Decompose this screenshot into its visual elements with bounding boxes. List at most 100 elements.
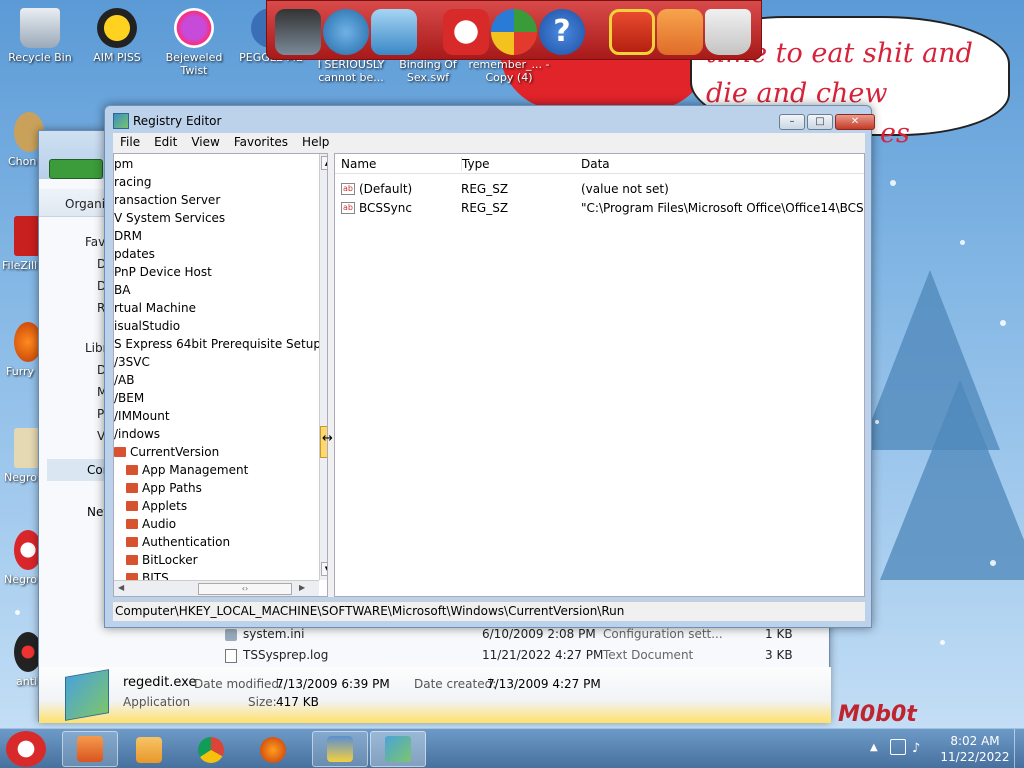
tree-key[interactable]: Applets (126, 497, 187, 515)
computer-icon[interactable] (275, 9, 321, 55)
folder-icon (126, 537, 138, 547)
show-hidden-icons-icon[interactable]: ▲ (870, 742, 878, 753)
help-icon[interactable]: ? (539, 9, 585, 55)
control-panel-icon[interactable] (491, 9, 537, 55)
value-data: (value not set) (581, 182, 669, 196)
tree-key[interactable]: /BEM (114, 389, 144, 407)
tree-key-label: /BEM (114, 391, 145, 405)
file-row[interactable]: TSSysprep.log 11/21/2022 4:27 PM Text Do… (225, 646, 825, 666)
taskbar-explorer[interactable] (62, 731, 118, 767)
horizontal-scroll-thumb[interactable]: ‹› (198, 583, 292, 595)
tree-key[interactable]: BitLocker (126, 551, 198, 569)
desktop-icon-label: Recycle Bin (8, 51, 72, 64)
tree-key[interactable]: /3SVC (114, 353, 150, 371)
desktop-icon-aim[interactable]: AIM PISS (79, 8, 155, 64)
tree-key[interactable]: pm (114, 155, 133, 173)
desktop-icon-recycle-bin[interactable]: Recycle Bin (2, 8, 78, 64)
network-icon[interactable] (890, 739, 906, 755)
desktop-icon-furry[interactable]: Furry (0, 322, 42, 378)
network-icon[interactable] (371, 9, 417, 55)
file-type: Configuration sett... (603, 627, 723, 641)
desktop-icon-chon[interactable]: Chon (0, 112, 44, 168)
tree-key[interactable]: pdates (114, 245, 155, 263)
tree-key[interactable]: racing (114, 173, 151, 191)
media-player-icon[interactable] (136, 737, 162, 763)
file-row[interactable]: system.ini 6/10/2009 2:08 PM Configurati… (225, 625, 825, 645)
desktop-icon-anti[interactable]: anti (0, 632, 42, 688)
gift-icon[interactable] (609, 9, 655, 55)
value-row-bcssync[interactable]: ab BCSSync REG_SZ "C:\Program Files\Micr… (335, 199, 864, 218)
clock[interactable]: 8:02 AM 11/22/2022 (930, 733, 1020, 765)
tree-key[interactable]: CurrentVersion (114, 443, 219, 461)
value-row-default[interactable]: ab (Default) REG_SZ (value not set) (335, 180, 864, 199)
desktop-icon-negro-2[interactable]: Negro (0, 530, 42, 586)
back-forward-buttons[interactable] (49, 159, 103, 179)
recycle-bin-icon[interactable] (705, 9, 751, 55)
tree-key[interactable]: S Express 64bit Prerequisite Setup (114, 335, 321, 353)
taskbar-registry-editor[interactable] (370, 731, 426, 767)
scroll-right-arrow-icon[interactable]: ▶ (299, 583, 305, 592)
tree-key[interactable]: rtual Machine (114, 299, 196, 317)
tree-key[interactable]: V System Services (114, 209, 225, 227)
tree-key[interactable]: PnP Device Host (114, 263, 212, 281)
tree-vertical-scrollbar[interactable]: ▲ ▼ (319, 154, 327, 580)
scroll-down-arrow-icon[interactable]: ▼ (321, 562, 327, 576)
show-desktop-button[interactable] (1014, 729, 1024, 768)
desktop-icon-label: Chon (8, 155, 37, 168)
close-button[interactable]: ✕ (835, 114, 875, 130)
tree-key[interactable]: App Management (126, 461, 248, 479)
bejeweled-icon (174, 8, 214, 48)
desktop-icon-remember-copy[interactable]: remember_... - Copy (4) (467, 58, 551, 84)
tree-key-label: DRM (114, 229, 142, 243)
desktop-icon-i-seriously[interactable]: I SERIOUSLY cannot be... (313, 58, 389, 84)
desktop-icon-label: I SERIOUSLY cannot be... (317, 58, 385, 84)
menu-favorites[interactable]: Favorites (227, 133, 295, 151)
desktop-icon-binding-of-sex[interactable]: Binding Of Sex.swf (390, 58, 466, 84)
menu-file[interactable]: File (113, 133, 147, 151)
tree-key[interactable]: /indows (114, 425, 160, 443)
tree-key[interactable]: Authentication (126, 533, 230, 551)
tree-key[interactable]: App Paths (126, 479, 202, 497)
chrome-icon[interactable] (198, 737, 224, 763)
menu-edit[interactable]: Edit (147, 133, 184, 151)
column-type[interactable]: Type (461, 157, 490, 171)
menu-help[interactable]: Help (295, 133, 336, 151)
snowflake (990, 560, 996, 566)
tree-key[interactable]: Audio (126, 515, 176, 533)
desktop-icon-label: Negro (4, 471, 37, 484)
tree-horizontal-scrollbar[interactable]: ◀ ‹› ▶ (114, 580, 319, 596)
globe-icon[interactable] (323, 9, 369, 55)
value-list-pane[interactable]: Name Type Data ab (Default) REG_SZ (valu… (334, 153, 865, 597)
organize-button[interactable]: Organi (65, 197, 105, 211)
column-data[interactable]: Data (581, 157, 610, 171)
regedit-icon (385, 736, 411, 762)
snowflake (1000, 320, 1006, 326)
tree-key[interactable]: BA (114, 281, 130, 299)
file-size: 1 KB (765, 627, 793, 641)
firefox-icon[interactable] (260, 737, 286, 763)
menu-view[interactable]: View (184, 133, 226, 151)
folder-icon (126, 555, 138, 565)
desktop-icon-label: Bejeweled Twist (165, 51, 223, 77)
desktop-icon-bejeweled[interactable]: Bejeweled Twist (156, 8, 232, 77)
key-tree-pane[interactable]: pm racing ransaction Server V System Servic… (113, 153, 328, 597)
minimize-button[interactable]: – (779, 114, 805, 130)
maximize-button[interactable]: □ (807, 114, 833, 130)
tree-key[interactable]: /AB (114, 371, 134, 389)
start-button[interactable] (6, 731, 46, 767)
tree-key[interactable]: ransaction Server (114, 191, 220, 209)
taskbar-app[interactable] (312, 731, 368, 767)
desktop-icon-filezilla[interactable]: FileZill (0, 216, 42, 272)
tree-key[interactable]: DRM (114, 227, 142, 245)
folder-icon[interactable] (657, 9, 703, 55)
tree-key-label: pdates (114, 247, 155, 261)
tree-key[interactable]: /IMMount (114, 407, 170, 425)
volume-icon[interactable]: ♪ (912, 741, 920, 756)
scroll-up-arrow-icon[interactable]: ▲ (321, 156, 327, 170)
desktop-icon-negro-1[interactable]: Negro (0, 428, 42, 484)
scroll-left-arrow-icon[interactable]: ◀ (118, 583, 124, 592)
snowman-icon[interactable] (443, 9, 489, 55)
wallpaper-tag: M0b0t (838, 702, 917, 727)
column-name[interactable]: Name (341, 157, 376, 171)
tree-key[interactable]: isualStudio (114, 317, 180, 335)
